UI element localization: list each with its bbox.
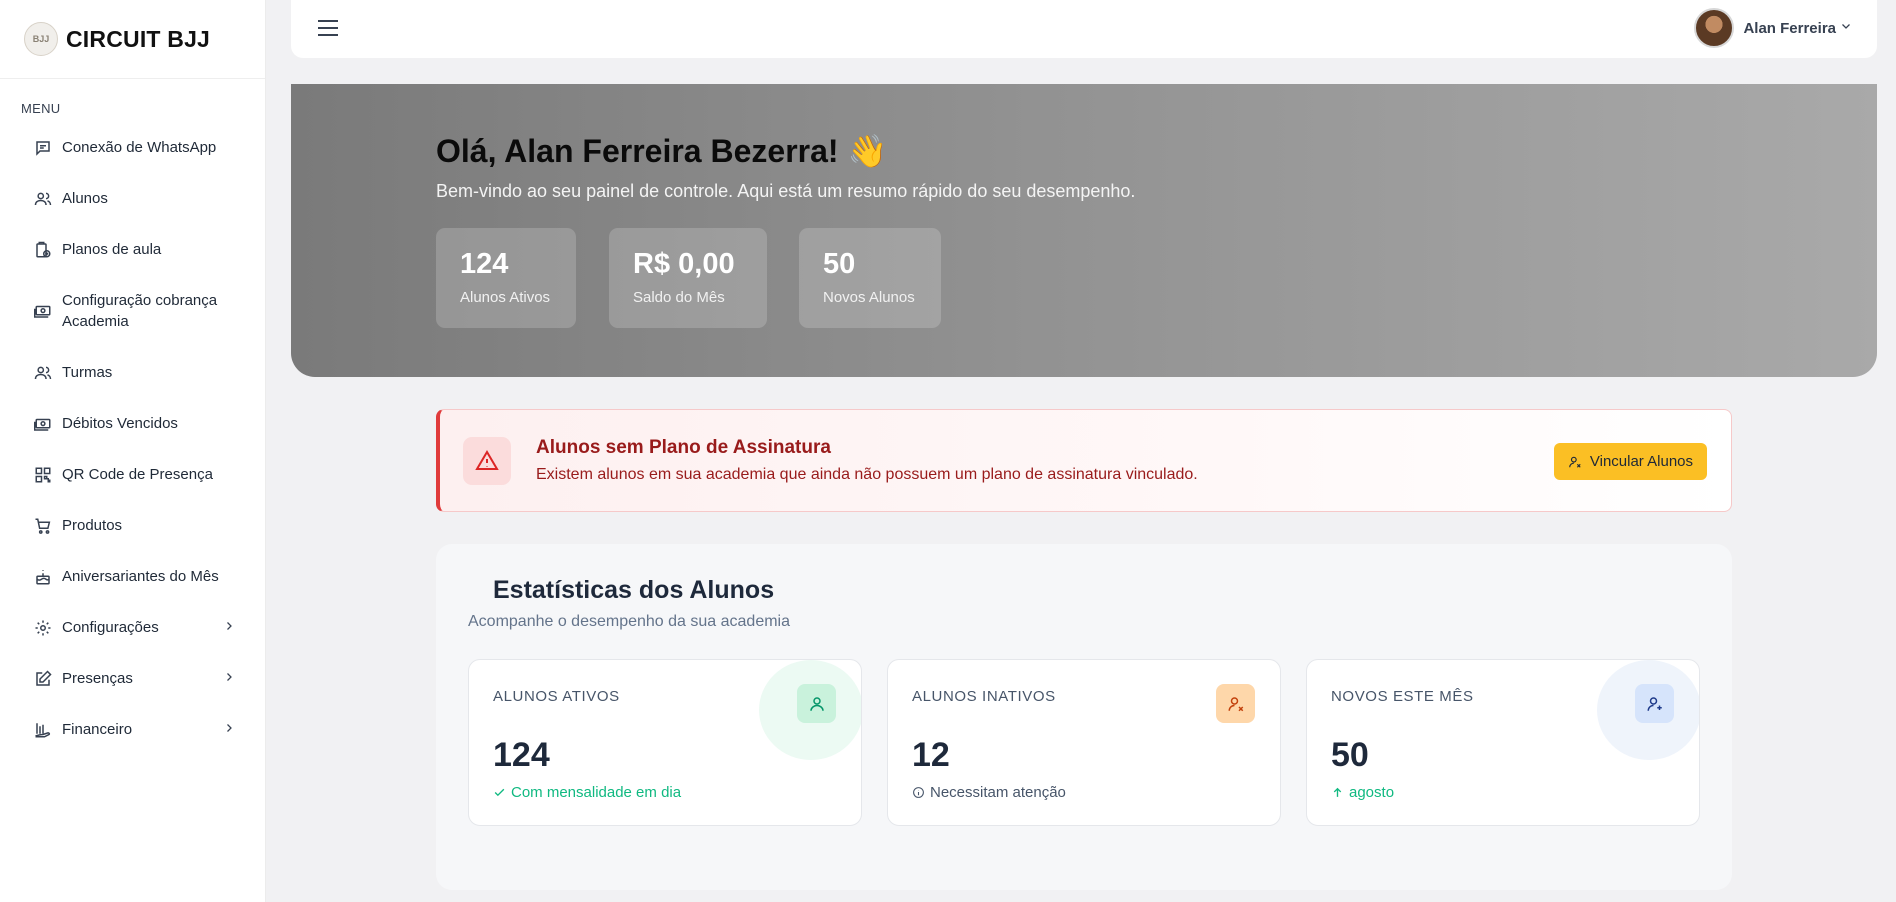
user-menu[interactable]: Alan Ferreira [1694,8,1852,48]
welcome-subtitle: Bem-vindo ao seu painel de controle. Aqu… [436,181,1136,201]
sidebar-item-debitos-vencidos[interactable]: Débitos Vencidos [34,413,235,434]
qrcode-icon [34,466,52,484]
welcome-title: Olá, Alan Ferreira Bezerra! 👋 [436,133,888,169]
info-icon [913,787,924,798]
gear-icon [34,619,52,637]
stat-note-text: agosto [1349,784,1395,801]
sidebar-item-alunos[interactable]: Alunos [34,188,235,209]
check-icon [494,788,505,797]
alert-title: Alunos sem Plano de Assinatura [536,437,831,458]
stat-card-alunos-inativos: ALUNOS INATIVOS 12 Necessitam atenção [887,659,1281,826]
sidebar-item-produtos[interactable]: Produtos [34,515,235,536]
summary-value: R$ 0,00 [633,248,735,280]
stat-value: 50 [1331,736,1369,774]
summary-card-novos-alunos: 50 Novos Alunos [799,228,941,328]
sidebar-item-label: Turmas [62,364,113,381]
sidebar-item-turmas[interactable]: Turmas [34,362,235,383]
summary-label: Saldo do Mês [633,289,725,306]
sidebar-item-label: Configuração cobrança Academia [62,292,218,330]
stat-note-text: Com mensalidade em dia [511,784,682,801]
sidebar-item-label: Conexão de WhatsApp [62,139,217,156]
summary-label: Novos Alunos [823,289,915,306]
users-icon [34,190,52,208]
user-plus-icon [1635,684,1674,723]
stat-note: Com mensalidade em dia [493,784,681,801]
stat-label: NOVOS ESTE MÊS [1331,688,1474,705]
sidebar-item-presencas[interactable]: Presenças [34,668,235,689]
avatar [1694,8,1735,48]
stat-label: ALUNOS ATIVOS [493,688,620,705]
sidebar-item-planos-de-aula[interactable]: Planos de aula [34,239,235,260]
summary-label: Alunos Ativos [460,289,551,306]
sidebar-item-label: Configurações [62,619,159,636]
chevron-right-icon [223,670,235,687]
button-label: Vincular Alunos [1589,453,1693,470]
users-icon [34,364,52,382]
sidebar-item-whatsapp[interactable]: Conexão de WhatsApp [34,137,235,158]
sidebar: BJJ CIRCUIT BJJ MENU Conexão de WhatsApp… [0,0,266,902]
brand-logo: BJJ [24,22,58,56]
subscription-alert: Alunos sem Plano de Assinatura Existem a… [436,409,1732,512]
brand-name: CIRCUIT BJJ [66,25,211,52]
sidebar-item-financeiro[interactable]: Financeiro [34,719,235,740]
user-x-icon [1216,684,1255,723]
arrow-up-icon [1333,787,1342,797]
sidebar-item-label: Produtos [62,517,123,534]
sidebar-item-label: Planos de aula [62,241,162,258]
user-icon [797,684,836,723]
user-link-icon [1569,456,1581,468]
warning-icon [463,437,511,485]
stat-card-alunos-ativos: ALUNOS ATIVOS 124 Com mensalidade em dia [468,659,862,826]
menu-title: MENU [21,101,61,116]
stats-title: Estatísticas dos Alunos [493,576,775,604]
chevron-down-icon [1840,19,1852,37]
chart-hand-icon [34,721,52,739]
clipboard-plus-icon [34,241,52,259]
summary-value: 124 [460,248,509,280]
sidebar-item-configuracao-cobranca[interactable]: Configuração cobrança Academia [34,290,235,332]
top-bar: Alan Ferreira [291,0,1877,58]
alert-text: Existem alunos em sua academia que ainda… [536,466,1198,483]
cake-icon [34,568,52,586]
edit-icon [34,669,52,688]
sidebar-item-label: Débitos Vencidos [62,415,178,432]
stat-note: Necessitam atenção [912,784,1066,801]
sidebar-item-aniversariantes[interactable]: Aniversariantes do Mês [34,566,235,587]
user-name: Alan Ferreira [1743,19,1836,37]
cash-icon [34,302,52,320]
stats-subtitle: Acompanhe o desempenho da sua academia [468,613,790,630]
welcome-banner: Olá, Alan Ferreira Bezerra! 👋 Bem-vindo … [291,84,1877,377]
summary-card-alunos-ativos: 124 Alunos Ativos [436,228,576,328]
link-students-button[interactable]: Vincular Alunos [1553,443,1707,480]
menu-toggle-icon[interactable] [317,19,339,37]
brand[interactable]: BJJ CIRCUIT BJJ [0,0,265,79]
sidebar-item-label: QR Code de Presença [62,466,213,483]
student-stats-panel: Estatísticas dos Alunos Acompanhe o dese… [436,544,1732,890]
stat-note: agosto [1331,784,1394,801]
stat-label: ALUNOS INATIVOS [912,688,1056,705]
chevron-right-icon [223,721,235,738]
chevron-right-icon [223,619,235,636]
summary-card-saldo-do-mes: R$ 0,00 Saldo do Mês [609,228,767,328]
stat-note-text: Necessitam atenção [930,784,1066,801]
stat-value: 12 [912,736,950,774]
summary-value: 50 [823,248,856,280]
cash-icon [34,415,52,433]
sidebar-item-label: Alunos [62,190,108,207]
sidebar-item-label: Aniversariantes do Mês [62,568,219,585]
sidebar-item-configuracoes[interactable]: Configurações [34,617,235,638]
sidebar-item-label: Presenças [62,670,133,687]
sidebar-item-label: Financeiro [62,721,133,738]
sidebar-item-qr-code[interactable]: QR Code de Presença [34,464,235,485]
stat-card-novos-este-mes: NOVOS ESTE MÊS 50 agosto [1306,659,1700,826]
stat-value: 124 [493,736,550,774]
message-icon [34,139,52,157]
cart-icon [34,517,52,535]
